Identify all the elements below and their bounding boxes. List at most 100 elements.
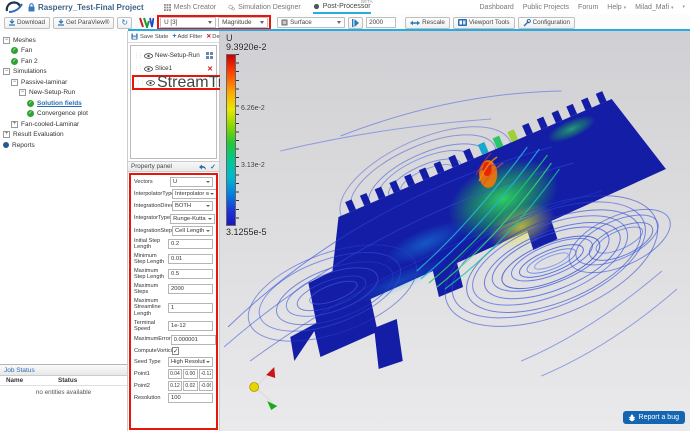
color-legend: U 9.3920e-2 6.26e-2 3.13e-2 3.1255e-5 — [226, 33, 286, 43]
collapse-icon[interactable]: − — [3, 37, 10, 44]
visibility-eye-icon[interactable] — [144, 66, 153, 72]
job-status-section: Job Status Name Status no entities avail… — [0, 364, 127, 431]
remove-icon[interactable]: ✕ — [207, 65, 213, 73]
interpolator-type-select[interactable]: Interpolator with Point Locator — [172, 189, 217, 199]
legend-max-value: 9.3920e-2 — [226, 42, 267, 52]
pipeline-browser: ⋮⋮ New-Setup-Run ⋮⋮ — [130, 45, 217, 159]
expand-icon[interactable]: + — [3, 131, 10, 138]
drag-handle-icon[interactable]: ⋮⋮ — [136, 80, 144, 86]
field-select[interactable]: U [3] — [160, 17, 216, 28]
tree-item-fan-cooled-laminar[interactable]: + Fan-cooled-Laminar — [3, 119, 124, 130]
integration-direction-select[interactable]: BOTH — [172, 201, 213, 211]
nav-dashboard[interactable]: Dashboard — [480, 4, 514, 11]
legend-tick-value: 6.26e-2 — [241, 105, 265, 112]
terminal-speed-input[interactable] — [168, 321, 213, 331]
frame-input[interactable] — [366, 17, 396, 28]
tree-item-meshes[interactable]: − Meshes — [3, 35, 124, 46]
tree-item-reports[interactable]: Reports — [3, 140, 124, 151]
get-paraview-button[interactable]: Get ParaView® — [53, 17, 114, 29]
maximum-steps-input[interactable] — [168, 284, 213, 294]
render-viewport[interactable]: U 9.3920e-2 6.26e-2 3.13e-2 3.1255e-5 R — [220, 31, 690, 431]
compute-vorticity-checkbox[interactable]: ✓ — [172, 347, 179, 355]
pipeline-toolbar: Save State + Add Filter ✕ Delete Filter — [128, 31, 219, 43]
drag-handle-icon[interactable]: ⋮⋮ — [134, 53, 142, 59]
property-row: Vectors U — [134, 177, 213, 187]
pipeline-item-new-setup-run[interactable]: ⋮⋮ New-Setup-Run — [131, 49, 216, 62]
apply-check-icon[interactable]: ✓ — [210, 163, 216, 171]
integrator-type-select[interactable]: Runge-Kutta 4-5 — [170, 214, 215, 224]
maximum-streamline-length-input[interactable] — [168, 303, 213, 313]
nav-forum[interactable]: Forum — [578, 4, 598, 11]
report-bug-button[interactable]: Report a bug — [623, 411, 685, 424]
configuration-button[interactable]: Configuration — [518, 17, 575, 29]
collapse-icon[interactable]: − — [19, 89, 26, 96]
vectors-select[interactable]: U — [170, 177, 213, 187]
gears-icon — [228, 4, 235, 11]
resolution-input[interactable] — [168, 393, 213, 403]
tree-item-fan[interactable]: ✓ Fan — [3, 46, 124, 57]
initial-step-length-input[interactable] — [168, 239, 213, 249]
drag-handle-icon[interactable]: ⋮⋮ — [134, 66, 142, 72]
reset-icon[interactable] — [198, 163, 207, 171]
save-state-button[interactable]: Save State — [131, 33, 168, 40]
success-check-icon: ✓ — [27, 110, 34, 117]
tab-mesh-creator[interactable]: Mesh Creator — [164, 0, 216, 14]
visibility-eye-icon[interactable] — [146, 80, 155, 86]
property-row: IntegrationDirection BOTH — [134, 201, 213, 211]
point1-y-input[interactable] — [183, 369, 197, 379]
tab-post-processor[interactable]: Post-Processor BETA — [313, 0, 371, 14]
rescale-button[interactable]: Rescale — [405, 17, 450, 29]
point1-z-input[interactable] — [199, 369, 213, 379]
point2-x-input[interactable] — [168, 381, 182, 391]
chevron-down-icon — [208, 218, 212, 220]
integration-step-unit-select[interactable]: Cell Length — [172, 226, 213, 236]
refresh-button[interactable]: ↻ — [117, 17, 132, 29]
tree-item-simulations[interactable]: − Simulations — [3, 67, 124, 78]
delete-icon: ✕ — [206, 33, 211, 40]
tree-item-result-evaluation[interactable]: + Result Evaluation — [3, 130, 124, 141]
point2-z-input[interactable] — [199, 381, 213, 391]
representation-select[interactable]: Surface — [277, 17, 345, 28]
nav-public-projects[interactable]: Public Projects — [523, 4, 569, 11]
tree-item-new-setup-run[interactable]: − New-Setup-Run — [3, 88, 124, 99]
nav-help[interactable]: Help ▾ — [607, 4, 626, 11]
tree-item-fan-2[interactable]: ✓ Fan 2 — [3, 56, 124, 67]
expand-icon[interactable]: + — [11, 121, 18, 128]
property-row: Maximum Step Length — [134, 268, 213, 281]
user-menu[interactable]: Milad_Mafi ▾ — [635, 4, 673, 11]
tree-item-passive-laminar[interactable]: − Passive-laminar — [3, 77, 124, 88]
top-header-bar: Rasperry_Test-Final Project Mesh Creator… — [0, 0, 690, 14]
visibility-eye-icon[interactable] — [144, 53, 153, 59]
tree-item-convergence-plot[interactable]: ✓ Convergence plot — [3, 109, 124, 120]
maximum-error-input[interactable] — [171, 335, 216, 345]
tree-item-solution-fields[interactable]: ✓ Solution fields — [3, 98, 124, 109]
component-select[interactable]: Magnitude — [218, 17, 268, 28]
point2-y-input[interactable] — [183, 381, 197, 391]
play-button[interactable] — [348, 17, 363, 29]
refresh-icon: ↻ — [121, 18, 128, 27]
collapse-icon[interactable]: − — [11, 79, 18, 86]
tab-label: Mesh Creator — [174, 4, 216, 11]
collapse-icon[interactable]: − — [3, 68, 10, 75]
property-row: MaximumError — [134, 335, 213, 345]
cube-icon — [281, 19, 288, 26]
add-filter-button[interactable]: + Add Filter — [172, 33, 202, 40]
pipeline-panel: Save State + Add Filter ✕ Delete Filter … — [128, 31, 220, 431]
streamline-scene — [220, 31, 690, 431]
tab-simulation-designer[interactable]: Simulation Designer — [228, 0, 301, 14]
minimum-step-length-input[interactable] — [168, 254, 213, 264]
annotation-box-property-form: Vectors U InterpolatorType Interpolator … — [129, 173, 218, 430]
property-row: Maximum Streamline Length — [134, 298, 213, 317]
seed-type-select[interactable]: High Resolution Line Source — [168, 357, 213, 367]
project-title: Rasperry_Test-Final Project — [38, 3, 144, 12]
maximum-step-length-input[interactable] — [168, 269, 213, 279]
simscale-logo — [5, 1, 25, 13]
dataset-icon[interactable] — [206, 52, 213, 59]
point1-x-input[interactable] — [168, 369, 182, 379]
extra-menu-chevron-icon[interactable]: ▾ — [682, 4, 685, 10]
rescale-arrows-icon — [410, 20, 420, 26]
property-row: Minimum Step Length — [134, 253, 213, 266]
download-button[interactable]: Download — [4, 17, 50, 29]
job-status-title[interactable]: Job Status — [4, 367, 35, 374]
viewport-tools-button[interactable]: Viewport Tools — [453, 17, 515, 29]
